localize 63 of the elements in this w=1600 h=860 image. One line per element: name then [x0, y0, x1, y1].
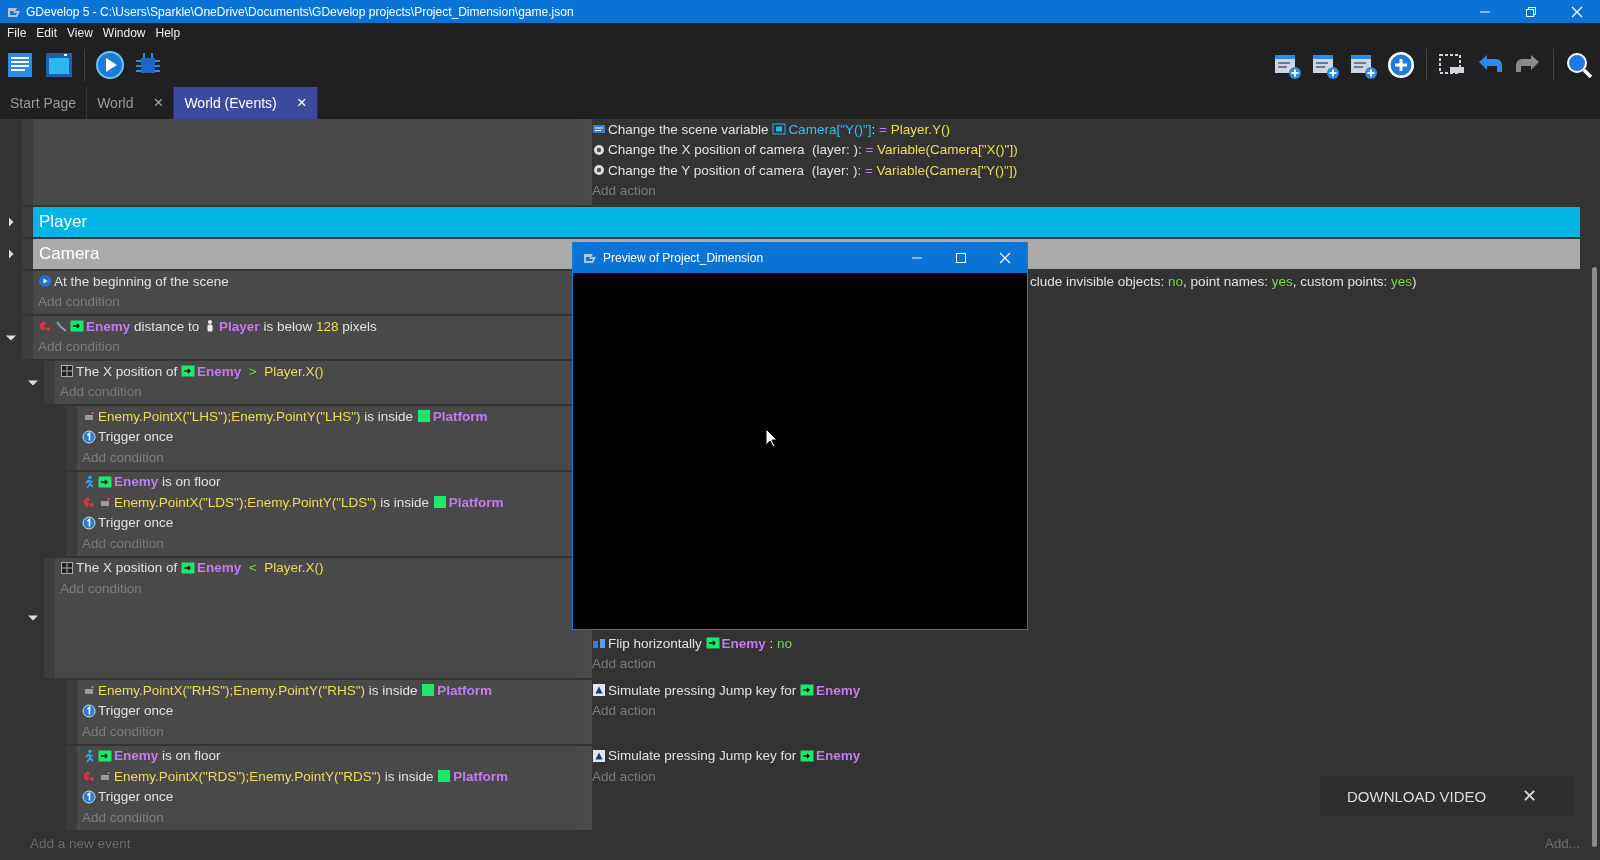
object-name: Enemy: [86, 318, 131, 334]
instruction-text: is inside: [379, 494, 431, 510]
instruction-text: :: [871, 121, 877, 137]
instruction-text: distance to: [133, 318, 201, 334]
operator: =: [879, 121, 887, 137]
expression-text: Enemy.PointX("LDS");Enemy.PointY("LDS"): [114, 494, 377, 510]
instruction-text: Change the Y position of camera (layer: ):: [608, 162, 863, 178]
operator: =: [864, 162, 873, 178]
expression-text: Variable(Camera["Y()"]): [875, 162, 1018, 178]
object-name: Platform: [437, 682, 493, 698]
group-title: Camera: [39, 244, 100, 264]
object-name: Enemy: [114, 748, 159, 764]
expression-text: Enemy.PointX("LHS");Enemy.PointY("LHS"): [98, 408, 361, 424]
instruction-text: Trigger once: [98, 515, 174, 531]
object-name: Platform: [432, 408, 488, 424]
expression-text: Enemy.PointX("RHS");Enemy.PointY("RHS"): [98, 682, 365, 698]
expression-text: Enemy.PointX("RDS");Enemy.PointY("RDS"): [114, 768, 381, 784]
instruction-text: Change the scene variable: [608, 121, 770, 137]
object-name: Enemy: [114, 474, 159, 490]
value-text: no: [777, 635, 793, 651]
expression-text: 128: [315, 318, 339, 334]
object-name: Enemy: [816, 682, 861, 698]
instruction-text: Trigger once: [98, 789, 174, 805]
instruction-text: The X position of: [76, 363, 179, 379]
instruction-text: Flip horizontally: [608, 635, 703, 651]
instruction-text: pixels: [341, 318, 377, 334]
instruction-text: is inside: [383, 768, 435, 784]
instruction-text: ): [1412, 273, 1417, 289]
expression-text: Variable(Camera["X()"]): [876, 142, 1018, 158]
window-title: GDevelop 5 - C:\Users\Sparkle\OneDrive\Documents\GDevelop projects\Project_Dimension\game.json: [26, 4, 575, 19]
instruction-text: is below: [262, 318, 314, 334]
expression-text: Player.X(): [264, 560, 324, 576]
operator: <: [247, 560, 258, 576]
instruction-text: is inside: [363, 408, 415, 424]
instruction-text: is inside: [367, 682, 419, 698]
value-text: yes: [1271, 273, 1293, 289]
object-name: Enemy: [721, 635, 766, 651]
object-name: Enemy: [816, 748, 861, 764]
instruction-text: is on floor: [161, 748, 221, 764]
instruction-text: is on floor: [161, 474, 221, 490]
instruction-text: clude invisible objects:: [1030, 273, 1166, 289]
window-title: Preview of Project_Dimension: [603, 251, 765, 265]
value-text: yes: [1391, 273, 1412, 289]
instruction-text: Trigger once: [98, 429, 174, 445]
object-name: Enemy: [197, 363, 242, 379]
instruction-text: :: [768, 635, 775, 651]
operator: >: [247, 363, 258, 379]
instruction-text: Change the X position of camera (layer: ):: [608, 142, 863, 158]
operator: =: [865, 142, 874, 158]
expression-text: Player.Y(): [889, 121, 950, 137]
instruction-text: At the beginning of the scene: [54, 273, 229, 289]
object-name: Platform: [453, 768, 509, 784]
object-name: Enemy: [197, 560, 242, 576]
expression-text: Player.X(): [264, 363, 324, 379]
instruction-text: Trigger once: [98, 703, 174, 719]
object-name: Platform: [448, 494, 504, 510]
instruction-text: Simulate pressing Jump key for: [608, 748, 798, 764]
instruction-text: Simulate pressing Jump key for: [608, 682, 798, 698]
instruction-text: , custom points:: [1292, 273, 1389, 289]
group-title: Player: [39, 212, 88, 232]
instruction-text: The X position of: [76, 560, 179, 576]
instruction-text: , point names:: [1183, 273, 1269, 289]
object-name: Player: [219, 318, 260, 334]
